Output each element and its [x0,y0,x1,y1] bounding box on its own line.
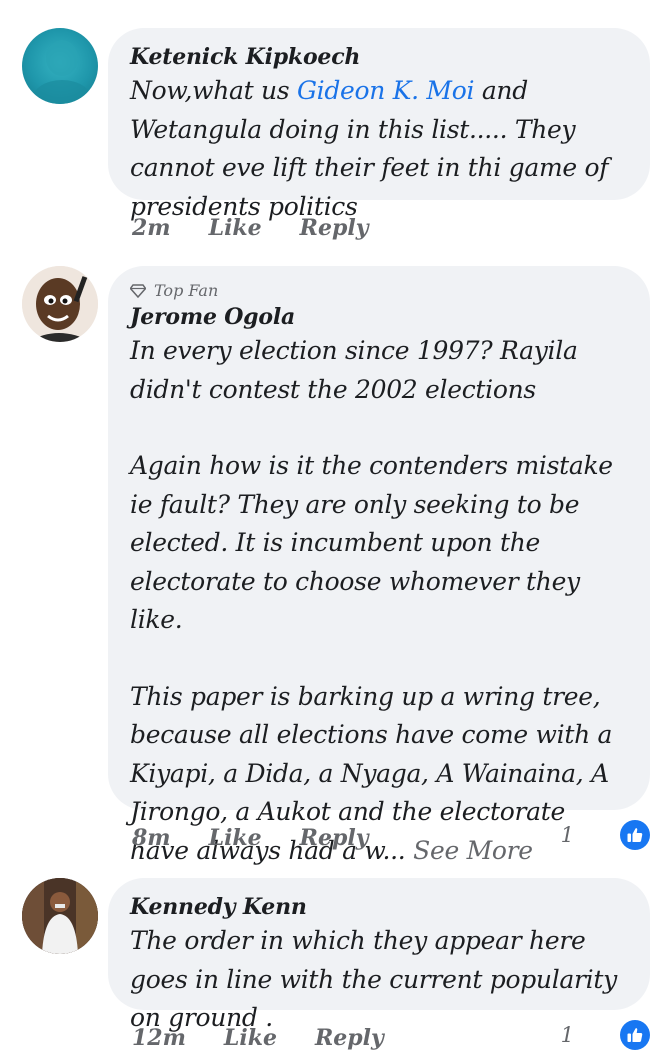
reply-button[interactable]: Reply [300,215,369,241]
comment-paragraph: In every election since 1997? Rayila did… [130,336,578,404]
thumbs-up-icon [627,1028,643,1042]
comment-actions: 2m Like Reply [132,210,650,246]
comment-bubble: Top Fan Jerome Ogola In every election s… [108,266,650,865]
like-reaction-icon [620,820,650,850]
reaction-summary[interactable]: 1 [561,1020,650,1050]
thumbs-up-icon [627,828,643,842]
comment-text: In every election since 1997? Rayila did… [130,332,628,870]
reply-button[interactable]: Reply [315,1025,384,1051]
comment-text: Now,what us Gideon K. Moi and Wetangula … [130,72,628,226]
comment-actions: 8m Like Reply 1 [132,820,650,856]
avatar[interactable] [22,266,98,342]
avatar[interactable] [22,28,98,104]
like-button[interactable]: Like [209,215,262,241]
comment-author[interactable]: Kennedy Kenn [130,892,628,922]
comment-text-part: Now,what us [130,76,297,105]
like-button[interactable]: Like [224,1025,277,1051]
comment-bubble: Kennedy Kenn The order in which they app… [108,878,650,1032]
comment-paragraph: Again how is it the contenders mistake i… [130,451,613,634]
avatar-photo [32,40,92,104]
comment-timestamp[interactable]: 8m [132,825,171,851]
diamond-icon [130,284,146,298]
avatar-photo [22,878,98,954]
avatar[interactable] [22,878,98,954]
badge-label: Top Fan [154,281,219,300]
like-reaction-icon [620,1020,650,1050]
reaction-summary[interactable]: 1 [561,820,650,850]
comment-actions: 12m Like Reply 1 [132,1020,650,1056]
reply-button[interactable]: Reply [300,825,369,851]
reaction-count: 1 [560,823,574,847]
comment-author[interactable]: Ketenick Kipkoech [130,42,628,72]
comment-bubble: Ketenick Kipkoech Now,what us Gideon K. … [108,28,650,221]
mention-link[interactable]: Gideon K. Moi [297,76,474,105]
like-button[interactable]: Like [209,825,262,851]
comment-timestamp[interactable]: 12m [132,1025,186,1051]
reaction-count: 1 [560,1023,574,1047]
comment-author[interactable]: Jerome Ogola [130,302,628,332]
comment-timestamp[interactable]: 2m [132,215,171,241]
avatar-photo [22,266,98,342]
top-fan-badge: Top Fan [130,280,628,302]
